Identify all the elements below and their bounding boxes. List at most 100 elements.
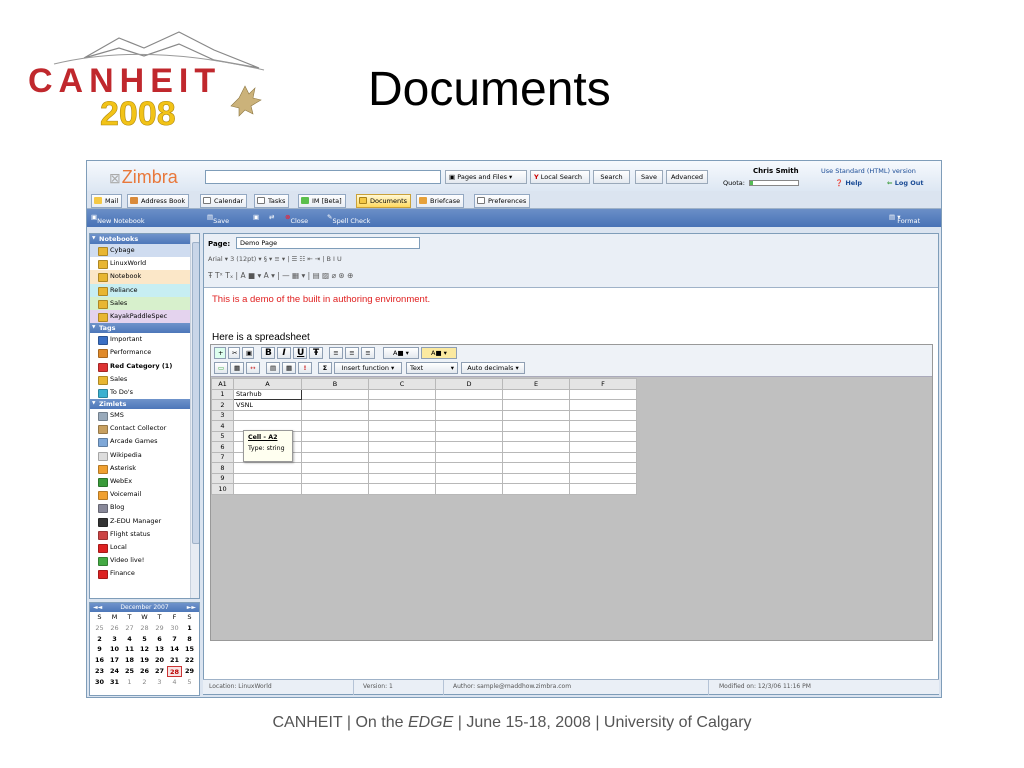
cell-b8[interactable]: [301, 462, 369, 474]
calendar-day[interactable]: 27: [152, 666, 167, 677]
tab-documents[interactable]: Documents: [356, 194, 412, 208]
advanced-search-button[interactable]: Advanced: [666, 170, 708, 184]
sidebar-item-kayakpaddlespec[interactable]: KayakPaddleSpec: [90, 309, 199, 324]
format-toolbar-row2[interactable]: Ŧ Tˣ Tₓ | A ■ ▾ A ▾ | — ▦ ▾ | ▤ ▨ ⌀ ⊛ ⊕: [208, 271, 353, 280]
bg-color-select[interactable]: A■ ▾: [421, 347, 457, 359]
text-format-select[interactable]: Text ▾: [406, 362, 458, 374]
tab-preferences[interactable]: Preferences: [474, 194, 531, 208]
row-header[interactable]: 2: [211, 399, 234, 411]
align-right-button[interactable]: ≡: [361, 347, 375, 359]
cell-f7[interactable]: [569, 451, 637, 463]
column-header-f[interactable]: F: [569, 378, 637, 390]
calendar-day[interactable]: 21: [167, 655, 182, 666]
cell-e8[interactable]: [502, 462, 570, 474]
text-color-select[interactable]: A■ ▾: [383, 347, 419, 359]
sidebar-scrollbar[interactable]: [190, 234, 199, 598]
cell-d3[interactable]: [435, 409, 503, 421]
cell-b3[interactable]: [301, 409, 369, 421]
cell-b5[interactable]: [301, 430, 369, 442]
tag-important[interactable]: Important: [90, 333, 199, 346]
notebooks-header[interactable]: Notebooks: [90, 234, 199, 244]
cell-c7[interactable]: [368, 451, 436, 463]
standard-html-link[interactable]: Use Standard (HTML) version: [821, 167, 916, 175]
zimlet-flight-status[interactable]: Flight status: [90, 528, 199, 541]
format-toolbar-row1[interactable]: Arial ▾ 3 (12pt) ▾ § ▾ ≡ ▾ | ☰ ☷ ⇤ ⇥ | B…: [208, 255, 342, 263]
logout-link[interactable]: ⇐ Log Out: [887, 179, 924, 187]
row-header[interactable]: 4: [211, 420, 234, 432]
cell-e3[interactable]: [502, 409, 570, 421]
calendar-day[interactable]: 13: [152, 644, 167, 655]
zimlet-wikipedia[interactable]: Wikipedia: [90, 449, 199, 462]
calendar-day[interactable]: 16: [92, 655, 107, 666]
sidebar-item-notebook[interactable]: Notebook: [90, 270, 199, 284]
calendar-day[interactable]: 18: [122, 655, 137, 666]
zimlet-asterisk[interactable]: Asterisk: [90, 462, 199, 475]
zimlet-contact-collector[interactable]: Contact Collector: [90, 422, 199, 435]
calendar-day[interactable]: 22: [182, 655, 197, 666]
calendar-day[interactable]: 8: [182, 634, 197, 645]
auto-decimals-select[interactable]: Auto decimals ▾: [461, 362, 525, 374]
calendar-day[interactable]: 14: [167, 644, 182, 655]
cell-c4[interactable]: [368, 420, 436, 432]
underline-button[interactable]: U: [293, 347, 307, 359]
cell-e5[interactable]: [502, 430, 570, 442]
calendar-day[interactable]: 26: [107, 623, 122, 634]
cell-a10[interactable]: [233, 483, 302, 495]
cell-d7[interactable]: [435, 451, 503, 463]
row-header[interactable]: 9: [211, 472, 234, 484]
cell-b10[interactable]: [301, 483, 369, 495]
cell-e7[interactable]: [502, 451, 570, 463]
calendar-day[interactable]: 3: [152, 677, 167, 688]
calendar-day[interactable]: 1: [182, 623, 197, 634]
cell-b1[interactable]: [301, 388, 369, 400]
cell-a1[interactable]: Starhub: [233, 388, 302, 400]
history-icon-button[interactable]: ⇄: [269, 213, 274, 221]
row-header[interactable]: 10: [211, 483, 234, 495]
spreadsheet-heading[interactable]: Here is a spreadsheet: [212, 332, 310, 343]
cell-b7[interactable]: [301, 451, 369, 463]
row-header[interactable]: 6: [211, 441, 234, 453]
cell-a8[interactable]: [233, 462, 302, 474]
cell-d6[interactable]: [435, 441, 503, 453]
cell-d8[interactable]: [435, 462, 503, 474]
tags-header[interactable]: Tags: [90, 323, 199, 334]
column-header-b[interactable]: B: [301, 378, 369, 390]
column-header-e[interactable]: E: [502, 378, 570, 390]
calendar-day[interactable]: 17: [107, 655, 122, 666]
cell-c1[interactable]: [368, 388, 436, 400]
close-button[interactable]: ⊗ Close: [285, 213, 308, 225]
search-scope-select[interactable]: ▣ Pages and Files ▾: [445, 170, 527, 184]
calendar-day[interactable]: 10: [107, 644, 122, 655]
tag-red-category[interactable]: Red Category (1): [90, 360, 199, 373]
page-name-input[interactable]: Demo Page: [236, 237, 420, 249]
sum-icon[interactable]: Σ: [318, 362, 332, 374]
cell-a3[interactable]: [233, 409, 302, 421]
calendar-day[interactable]: 20: [152, 655, 167, 666]
cell-a9[interactable]: [233, 472, 302, 484]
calendar-day[interactable]: 15: [182, 644, 197, 655]
row-header[interactable]: 8: [211, 462, 234, 474]
new-notebook-button[interactable]: ▣ New Notebook: [91, 213, 145, 225]
prev-year-icon[interactable]: ◄◄: [93, 603, 102, 612]
tab-mail[interactable]: Mail: [91, 194, 123, 208]
italic-button[interactable]: I: [277, 347, 291, 359]
calendar-day[interactable]: 3: [107, 634, 122, 645]
zimlet-finance[interactable]: Finance: [90, 567, 199, 580]
column-header-d[interactable]: D: [435, 378, 503, 390]
calendar-day[interactable]: 2: [137, 677, 152, 688]
cell-b4[interactable]: [301, 420, 369, 432]
calendar-day[interactable]: 5: [182, 677, 197, 688]
row-header[interactable]: 3: [211, 409, 234, 421]
align-center-button[interactable]: ≡: [345, 347, 359, 359]
calendar-day[interactable]: 25: [122, 666, 137, 677]
search-button[interactable]: Search: [593, 170, 630, 184]
column-header-c[interactable]: C: [368, 378, 436, 390]
calendar-day[interactable]: 29: [152, 623, 167, 634]
cell-e4[interactable]: [502, 420, 570, 432]
cell-d9[interactable]: [435, 472, 503, 484]
calendar-day[interactable]: 4: [122, 634, 137, 645]
help-link[interactable]: ❓ Help: [835, 179, 862, 187]
zimlet-arcade-games[interactable]: Arcade Games: [90, 435, 199, 448]
cell-e6[interactable]: [502, 441, 570, 453]
spell-check-button[interactable]: ✎ Spell Check: [327, 213, 370, 225]
